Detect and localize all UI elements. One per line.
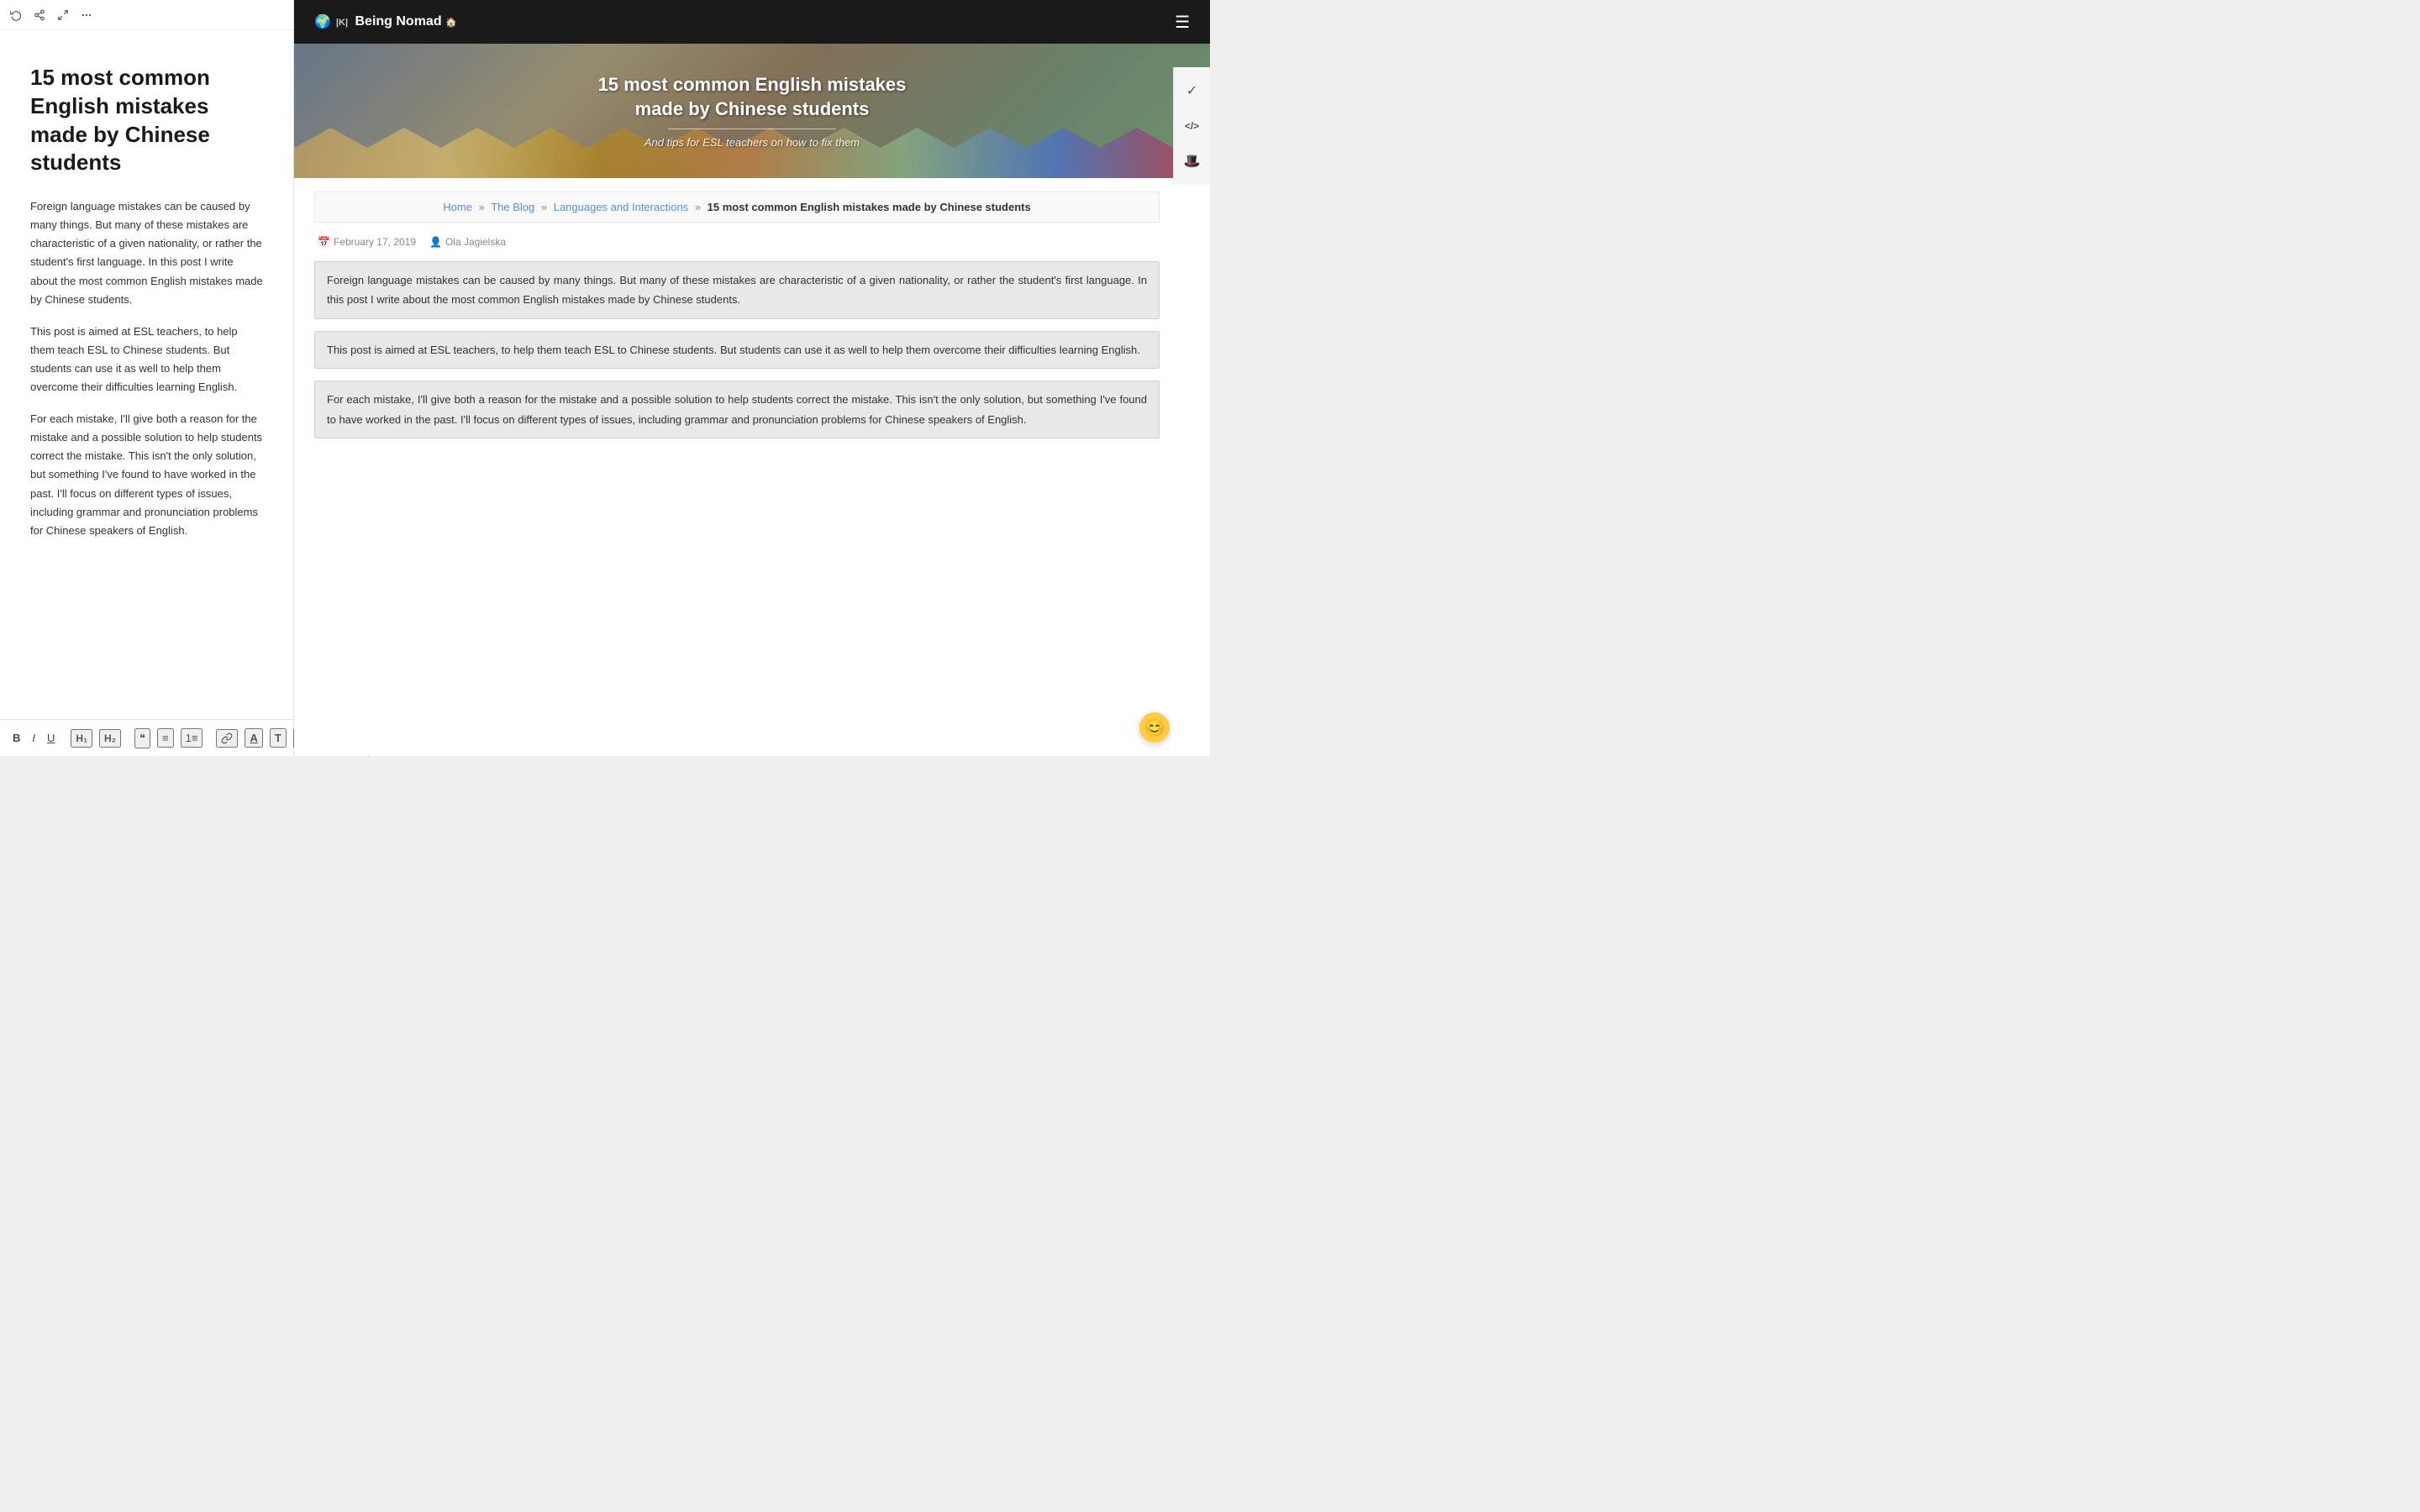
underline-button[interactable]: U xyxy=(45,730,57,746)
editor-title: 15 most common English mistakes made by … xyxy=(30,64,263,177)
author-icon: 👤 xyxy=(429,236,442,248)
layers-icon[interactable]: 🎩 xyxy=(1176,144,1209,178)
expand-button[interactable] xyxy=(57,9,69,21)
calendar-icon: 📅 xyxy=(318,236,330,248)
breadcrumb-category[interactable]: Languages and Interactions xyxy=(554,201,688,213)
post-author: 👤 Ola Jagielska xyxy=(429,236,506,248)
content-paragraph-1: Foreign language mistakes can be caused … xyxy=(314,261,1160,319)
bold-button[interactable]: B xyxy=(10,730,23,746)
italic-button[interactable]: I xyxy=(29,730,38,746)
browser-preview-panel: 🌍 |K| Being Nomad 🏠 ☰ 15 most common Eng… xyxy=(294,0,1210,756)
hamburger-menu[interactable]: ☰ xyxy=(1175,12,1190,33)
editor-body: Foreign language mistakes can be caused … xyxy=(30,197,263,540)
paragraph-button[interactable]: T xyxy=(270,728,287,748)
text-color-button[interactable]: A xyxy=(245,728,262,748)
breadcrumb-blog[interactable]: The Blog xyxy=(491,201,534,213)
editor-panel: 15 most common English mistakes made by … xyxy=(0,0,294,756)
editor-paragraph-3: For each mistake, I'll give both a reaso… xyxy=(30,410,263,540)
content-paragraph-2: This post is aimed at ESL teachers, to h… xyxy=(314,331,1160,369)
browser-content[interactable]: Home » The Blog » Languages and Interact… xyxy=(294,178,1210,756)
editor-top-toolbar xyxy=(0,0,293,30)
editor-paragraph-1: Foreign language mistakes can be caused … xyxy=(30,197,263,309)
code-icon[interactable]: </> xyxy=(1176,109,1209,143)
quote-button[interactable]: ❝ xyxy=(134,728,150,748)
logo-text: |K| Being Nomad 🏠 xyxy=(336,14,457,29)
post-date-text: February 17, 2019 xyxy=(334,236,416,248)
hero-title: 15 most common English mistakes made by … xyxy=(581,73,923,121)
content-paragraph-3: For each mistake, I'll give both a reaso… xyxy=(314,381,1160,438)
hero-section: 15 most common English mistakes made by … xyxy=(294,44,1210,178)
right-sidebar: ✓ </> 🎩 xyxy=(1173,67,1210,185)
breadcrumb-separator-3: » xyxy=(695,201,701,213)
link-button[interactable] xyxy=(216,729,238,748)
post-meta: 📅 February 17, 2019 👤 Ola Jagielska xyxy=(314,236,1160,248)
logo-icon: 🌍 xyxy=(314,13,331,30)
editor-paragraph-2: This post is aimed at ESL teachers, to h… xyxy=(30,323,263,396)
site-logo: 🌍 |K| Being Nomad 🏠 xyxy=(314,13,457,30)
breadcrumb: Home » The Blog » Languages and Interact… xyxy=(314,192,1160,223)
site-nav: 🌍 |K| Being Nomad 🏠 ☰ xyxy=(294,0,1210,44)
heading2-button[interactable]: H₂ xyxy=(99,729,121,748)
refresh-button[interactable] xyxy=(10,9,22,21)
breadcrumb-separator-1: » xyxy=(479,201,485,213)
editor-bottom-toolbar: B I U H₁ H₂ ❝ ≡ 1≡ A T ✂ ⊞ 🕐 129 单词 ▾ xyxy=(0,719,293,756)
share-button[interactable] xyxy=(34,9,45,21)
list-button[interactable]: ≡ xyxy=(157,728,174,748)
breadcrumb-home[interactable]: Home xyxy=(443,201,472,213)
more-button[interactable] xyxy=(81,9,92,21)
check-icon[interactable]: ✓ xyxy=(1176,74,1209,108)
breadcrumb-separator-2: » xyxy=(541,201,547,213)
post-date: 📅 February 17, 2019 xyxy=(318,236,416,248)
feedback-emoji[interactable]: 😊 xyxy=(1139,712,1170,743)
editor-content-area[interactable]: 15 most common English mistakes made by … xyxy=(0,30,293,719)
post-author-text: Ola Jagielska xyxy=(445,236,506,248)
heading1-button[interactable]: H₁ xyxy=(71,729,92,748)
hero-subtitle: And tips for ESL teachers on how to fix … xyxy=(644,136,860,149)
breadcrumb-current: 15 most common English mistakes made by … xyxy=(708,201,1031,213)
ordered-list-button[interactable]: 1≡ xyxy=(181,728,203,748)
